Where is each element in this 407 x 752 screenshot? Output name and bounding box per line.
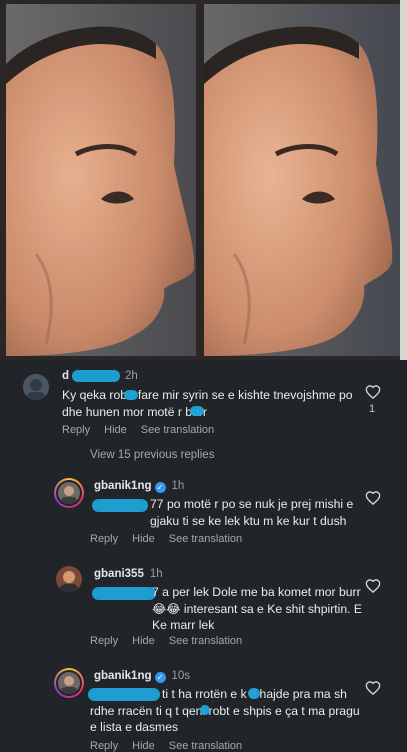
redaction-mark	[190, 406, 204, 416]
username[interactable]: gbanik1ng	[94, 670, 152, 682]
avatar-image-icon	[58, 482, 80, 504]
comment-text: 7 a per lek Dole me ba komet mor burr 😂😂…	[152, 585, 363, 632]
view-previous-replies-link[interactable]: View 15 previous replies	[90, 449, 214, 461]
like-count: 1	[369, 403, 376, 415]
timestamp: 10s	[171, 670, 191, 682]
reply-button[interactable]: Reply	[62, 424, 90, 436]
comment-text: ti t ha rrotën e k it hajde pra ma sh rd…	[90, 687, 360, 734]
avatar-image-icon	[56, 566, 82, 592]
reply-button[interactable]: Reply	[90, 533, 118, 545]
avatar-image-icon	[23, 374, 49, 400]
avatar-image-icon	[58, 672, 80, 694]
reply-button[interactable]: Reply	[90, 740, 118, 752]
photo-before	[6, 4, 196, 356]
face-profile-image	[204, 4, 400, 356]
username[interactable]: gbanik1ng	[94, 480, 152, 492]
redaction-mark	[72, 370, 120, 382]
hide-button[interactable]: Hide	[104, 424, 127, 436]
redaction-mark	[200, 705, 210, 715]
comment-meta: gbani355 1h	[94, 568, 163, 580]
photo-after	[204, 4, 400, 356]
heart-icon[interactable]	[365, 578, 381, 593]
verified-badge-icon: ✓	[154, 482, 166, 493]
redaction-mark	[92, 499, 148, 512]
hide-button[interactable]: Hide	[132, 740, 155, 752]
redaction-mark	[124, 390, 138, 400]
heart-icon[interactable]	[365, 384, 381, 399]
heart-icon[interactable]	[365, 680, 381, 695]
hide-button[interactable]: Hide	[132, 533, 155, 545]
hide-button[interactable]: Hide	[132, 635, 155, 647]
avatar[interactable]	[56, 566, 82, 592]
comment-text: 77 po motë r po se nuk je prej mishi e g…	[150, 497, 354, 528]
see-translation-link[interactable]: See translation	[169, 740, 242, 752]
avatar[interactable]	[23, 374, 49, 400]
verified-badge-icon: ✓	[154, 672, 166, 683]
timestamp: 1h	[149, 568, 163, 580]
redaction-mark	[248, 688, 260, 699]
username[interactable]: gbani355	[94, 568, 144, 580]
reply-button[interactable]: Reply	[90, 635, 118, 647]
timestamp: 1h	[171, 480, 185, 492]
comment-actions: Reply Hide See translation	[62, 424, 228, 436]
comment-actions: Reply Hide See translation	[90, 740, 256, 752]
photo-comparison	[0, 0, 407, 360]
timestamp: 2h	[125, 370, 138, 382]
comment-actions: Reply Hide See translation	[90, 533, 256, 545]
redaction-mark	[92, 587, 156, 600]
heart-icon[interactable]	[365, 490, 381, 505]
comment-meta: gbanik1ng ✓ 10s	[94, 670, 190, 683]
comment-actions: Reply Hide See translation	[90, 635, 256, 647]
avatar[interactable]	[54, 668, 84, 698]
see-translation-link[interactable]: See translation	[169, 533, 242, 545]
avatar[interactable]	[54, 478, 84, 508]
username[interactable]: d	[62, 370, 69, 382]
edge-strip	[400, 0, 407, 360]
face-profile-image	[6, 4, 196, 356]
comment-text: Ky qeka rob r fare mir syrin se e kishte…	[62, 388, 353, 419]
comments-section: d 2h Ky qeka rob r fare mir syrin se e ki…	[0, 360, 407, 752]
see-translation-link[interactable]: See translation	[141, 424, 214, 436]
see-translation-link[interactable]: See translation	[169, 635, 242, 647]
comment-meta: gbanik1ng ✓ 1h	[94, 480, 184, 493]
